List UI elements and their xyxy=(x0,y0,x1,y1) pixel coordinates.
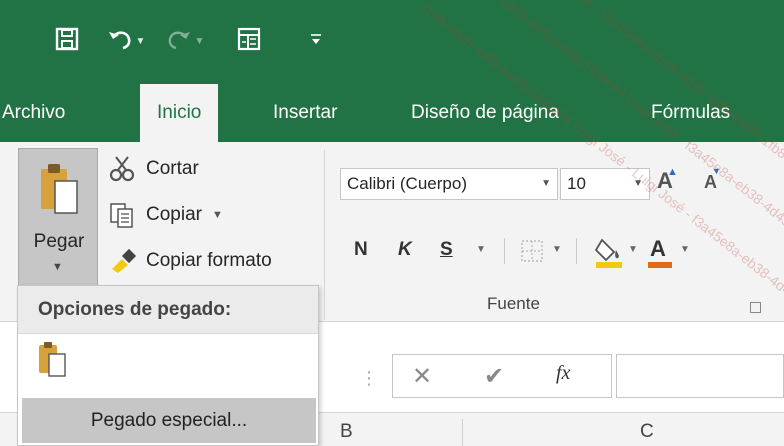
copy-label: Copiar xyxy=(146,204,202,225)
fill-color-icon[interactable] xyxy=(594,236,624,273)
customize-qat-icon[interactable] xyxy=(306,22,326,56)
underline-button[interactable]: S xyxy=(440,230,453,270)
redo-dropdown-icon[interactable]: ▼ xyxy=(195,36,205,47)
cut-label: Cortar xyxy=(146,158,199,179)
tab-formulas[interactable]: Fórmulas xyxy=(651,84,730,142)
paste-options-header: Opciones de pegado: xyxy=(18,286,318,334)
font-color-dropdown-icon[interactable]: ▼ xyxy=(680,230,690,270)
copy-icon xyxy=(108,201,140,229)
tab-inicio[interactable]: Inicio xyxy=(140,84,219,142)
borders-dropdown-icon[interactable]: ▼ xyxy=(552,230,562,270)
undo-dropdown-icon[interactable]: ▼ xyxy=(136,36,146,47)
paste-option-button[interactable] xyxy=(38,340,74,380)
group-divider xyxy=(324,150,325,320)
font-color-icon[interactable]: A xyxy=(646,232,676,275)
paste-button[interactable]: Pegar ▼ xyxy=(18,148,98,286)
font-size-dropdown-icon: ▼ xyxy=(633,178,643,189)
cut-button[interactable]: Cortar xyxy=(108,152,199,186)
scissors-icon xyxy=(108,155,140,183)
quick-access-toolbar: ▼ ▼ xyxy=(0,0,784,84)
insert-function-button[interactable]: fx xyxy=(556,362,570,385)
form-icon[interactable] xyxy=(232,22,266,56)
paste-options-menu: Opciones de pegado: Pegado especial... xyxy=(17,285,319,446)
font-family-value: Calibri (Cuerpo) xyxy=(347,174,467,193)
bold-button[interactable]: N xyxy=(354,230,368,270)
ribbon-tabs: Archivo Inicio Insertar Diseño de página… xyxy=(0,84,784,142)
undo-icon xyxy=(107,28,133,50)
paste-icon xyxy=(38,342,68,382)
paste-icon xyxy=(39,161,79,224)
column-header-c[interactable]: C xyxy=(640,421,654,443)
tab-diseno-de-pagina[interactable]: Diseño de página xyxy=(411,84,559,142)
format-painter-button[interactable]: Copiar formato xyxy=(108,244,272,278)
column-divider[interactable] xyxy=(462,419,463,446)
formula-input[interactable] xyxy=(616,354,784,398)
font-size-select[interactable]: 10 ▼ xyxy=(560,168,650,200)
redo-icon xyxy=(166,28,192,50)
paste-dropdown-icon[interactable]: ▼ xyxy=(52,261,63,273)
decrease-font-size-button[interactable]: A ▼ xyxy=(704,166,734,200)
font-size-value: 10 xyxy=(567,174,586,193)
copy-dropdown-icon[interactable]: ▼ xyxy=(212,209,223,221)
font-family-select[interactable]: Calibri (Cuerpo) ▼ xyxy=(340,168,558,200)
tab-insertar[interactable]: Insertar xyxy=(273,84,337,142)
svg-text:A: A xyxy=(650,236,666,261)
column-header-b[interactable]: B xyxy=(340,421,353,443)
increase-font-size-button[interactable]: A ▲ xyxy=(657,166,687,200)
font-group-label: Fuente xyxy=(487,294,540,313)
cancel-icon[interactable]: ✕ xyxy=(412,362,432,391)
underline-dropdown-icon[interactable]: ▼ xyxy=(476,230,486,270)
enter-icon[interactable]: ✔ xyxy=(484,362,504,391)
save-icon[interactable] xyxy=(52,22,82,56)
format-painter-label: Copiar formato xyxy=(146,250,272,271)
paintbrush-icon xyxy=(108,247,140,275)
italic-button[interactable]: K xyxy=(398,230,412,270)
font-dialog-launcher-icon[interactable] xyxy=(750,302,761,313)
paste-label: Pegar xyxy=(33,231,85,252)
formula-bar-grip-icon: ⋮ xyxy=(360,368,378,388)
borders-icon[interactable] xyxy=(520,239,544,268)
undo-button[interactable]: ▼ xyxy=(102,22,150,56)
divider xyxy=(576,238,577,264)
paste-special-menu-item[interactable]: Pegado especial... xyxy=(22,398,316,443)
copy-button[interactable]: Copiar ▼ xyxy=(108,198,223,232)
font-family-dropdown-icon: ▼ xyxy=(541,178,551,189)
divider xyxy=(504,238,505,264)
tab-archivo[interactable]: Archivo xyxy=(2,84,65,142)
fill-color-dropdown-icon[interactable]: ▼ xyxy=(628,230,638,270)
redo-button[interactable]: ▼ xyxy=(160,22,210,56)
